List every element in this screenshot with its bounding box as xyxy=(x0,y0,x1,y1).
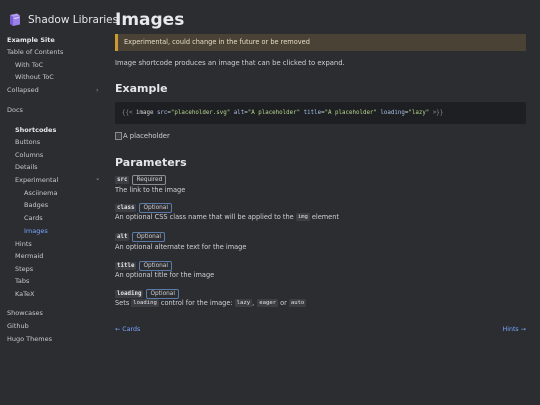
param-title: title Optional xyxy=(115,261,172,271)
sidebar-item-experimental[interactable]: Experimental xyxy=(15,176,58,185)
param-src: src Required xyxy=(115,175,167,185)
param-desc-text: element xyxy=(311,213,340,221)
experimental-hint: Experimental, could change in the future… xyxy=(115,34,526,51)
sidebar-item-hugo-themes[interactable]: Hugo Themes xyxy=(7,335,52,344)
code-attr-value: "A placeholder" xyxy=(324,110,377,116)
prev-page-label: Cards xyxy=(122,326,141,333)
param-description: An optional title for the image xyxy=(115,271,215,279)
param-description: An optional CSS class name that will be … xyxy=(115,213,339,221)
broken-image-icon xyxy=(115,132,122,140)
param-name: class xyxy=(115,204,137,212)
inline-code: lazy xyxy=(234,299,253,307)
page-title: Images xyxy=(115,10,185,30)
book-icon xyxy=(10,13,20,26)
sidebar-item-badges[interactable]: Badges xyxy=(24,201,48,210)
param-name: loading xyxy=(115,290,144,298)
sidebar-item-images[interactable]: Images xyxy=(24,227,48,236)
sidebar-item-mermaid[interactable]: Mermaid xyxy=(15,252,43,261)
sidebar-item-without-toc[interactable]: Without ToC xyxy=(15,73,54,82)
sidebar-item-github[interactable]: Github xyxy=(7,322,29,331)
param-desc-text: , xyxy=(252,299,255,307)
chevron-down-icon[interactable]: ⌄ xyxy=(95,174,100,183)
param-desc-text: or xyxy=(280,299,287,307)
example-heading: Example xyxy=(115,82,168,95)
code-attr-key: loading xyxy=(380,110,405,116)
sidebar: Shadow Libraries Example Site Table of C… xyxy=(0,0,118,405)
code-close: >}} xyxy=(432,110,444,116)
required-badge: Required xyxy=(132,175,167,185)
brand-link[interactable]: Shadow Libraries xyxy=(7,12,118,28)
optional-badge: Optional xyxy=(139,261,172,271)
code-attr-key: alt xyxy=(233,110,245,116)
code-attr-value: "lazy" xyxy=(408,110,430,116)
optional-badge: Optional xyxy=(139,203,172,213)
sidebar-item-asciinema[interactable]: Asciinema xyxy=(24,189,57,198)
sidebar-item-katex[interactable]: KaTeX xyxy=(15,290,34,299)
sidebar-item-example-site[interactable]: Example Site xyxy=(7,36,55,45)
arrow-right-icon: → xyxy=(520,326,526,333)
inline-code: loading xyxy=(131,299,159,307)
next-page-label: Hints xyxy=(502,326,519,333)
sidebar-item-buttons[interactable]: Buttons xyxy=(15,138,40,147)
param-name: title xyxy=(115,262,137,270)
placeholder-image[interactable]: A placeholder xyxy=(115,132,170,140)
intro-text: Image shortcode produces an image that c… xyxy=(115,59,345,67)
code-attr-value: "A placeholder" xyxy=(247,110,301,116)
param-name: alt xyxy=(115,233,130,241)
sidebar-item-docs[interactable]: Docs xyxy=(7,106,23,115)
sidebar-item-steps[interactable]: Steps xyxy=(15,265,33,274)
code-shortcode-name: image xyxy=(135,110,154,116)
code-open: {{< xyxy=(122,110,133,116)
chevron-right-icon[interactable]: › xyxy=(96,86,99,95)
param-desc-text: An optional CSS class name that will be … xyxy=(115,213,294,221)
inline-code: auto xyxy=(288,299,307,307)
param-desc-text: control for the image: xyxy=(160,299,233,307)
param-description: The link to the image xyxy=(115,186,186,194)
sidebar-item-showcases[interactable]: Showcases xyxy=(7,309,43,318)
sidebar-item-with-toc[interactable]: With ToC xyxy=(15,61,43,70)
next-page-link[interactable]: Hints → xyxy=(502,326,526,333)
inline-code: img xyxy=(295,213,310,221)
optional-badge: Optional xyxy=(132,232,165,242)
param-desc-text: Sets xyxy=(115,299,130,307)
optional-badge: Optional xyxy=(146,289,179,299)
sidebar-item-tabs[interactable]: Tabs xyxy=(15,277,29,286)
prev-page-link[interactable]: ← Cards xyxy=(115,326,140,333)
code-attr-value: "placeholder.svg" xyxy=(170,110,231,116)
arrow-left-icon: ← xyxy=(115,326,121,333)
parameters-heading: Parameters xyxy=(115,156,187,169)
sidebar-item-collapsed[interactable]: Collapsed xyxy=(7,86,39,95)
sidebar-item-hints[interactable]: Hints xyxy=(15,240,32,249)
sidebar-item-table-of-contents[interactable]: Table of Contents xyxy=(7,48,63,57)
param-alt: alt Optional xyxy=(115,232,165,242)
param-description: Sets loading control for the image: lazy… xyxy=(115,299,308,307)
code-example: {{< image src="placeholder.svg" alt="A p… xyxy=(115,102,526,124)
param-class: class Optional xyxy=(115,203,172,213)
sidebar-item-shortcodes[interactable]: Shortcodes xyxy=(15,126,56,135)
sidebar-item-columns[interactable]: Columns xyxy=(15,151,43,160)
code-attr-key: title xyxy=(303,110,322,116)
param-description: An optional alternate text for the image xyxy=(115,243,247,251)
inline-code: eager xyxy=(257,299,279,307)
sidebar-item-details[interactable]: Details xyxy=(15,163,38,172)
sidebar-item-cards[interactable]: Cards xyxy=(24,214,43,223)
brand-title: Shadow Libraries xyxy=(28,14,119,26)
param-loading: loading Optional xyxy=(115,289,179,299)
code-attr-key: src xyxy=(156,110,168,116)
image-alt-text: A placeholder xyxy=(123,132,170,140)
param-name: src xyxy=(115,176,130,184)
